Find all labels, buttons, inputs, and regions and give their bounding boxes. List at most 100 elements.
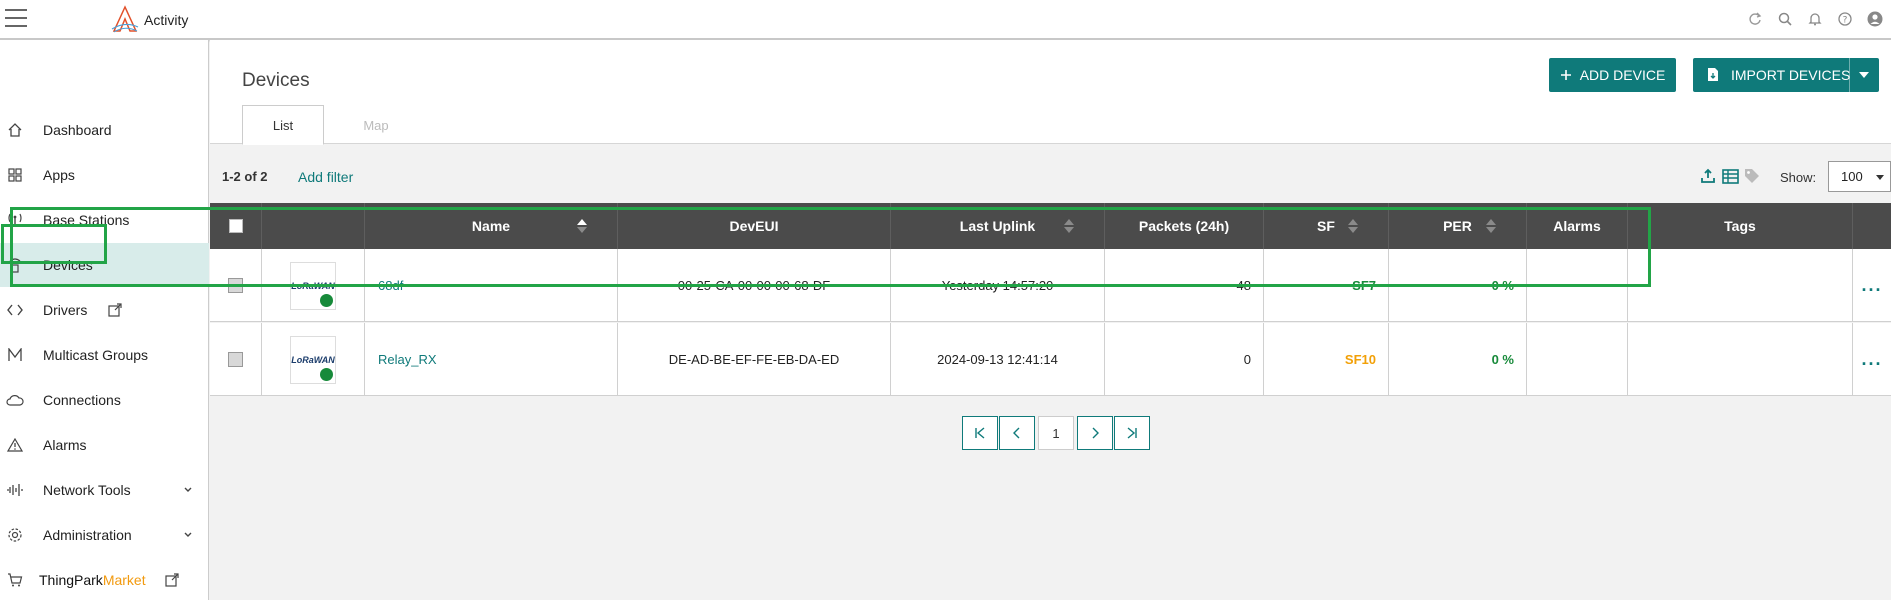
sidebar-item-connections[interactable]: Connections	[0, 378, 209, 422]
import-devices-button[interactable]: IMPORT DEVICES	[1693, 58, 1879, 92]
last-uplink-cell: 2024-09-13 12:41:14	[891, 323, 1105, 396]
columns-icon[interactable]	[1721, 167, 1739, 185]
first-page-icon	[975, 427, 985, 439]
last-uplink-cell: Yesterday 14:57:20	[891, 249, 1105, 322]
sidebar-item-label: Drivers	[43, 302, 88, 318]
multicast-icon	[6, 346, 24, 364]
sidebar-item-drivers[interactable]: Drivers	[0, 288, 209, 332]
lorawan-logo-text: LoRaWAN	[291, 280, 335, 291]
per-cell: 0 %	[1389, 249, 1527, 322]
external-link-icon	[108, 303, 122, 317]
page-title: Devices	[242, 70, 310, 91]
previous-page-button[interactable]	[999, 416, 1035, 450]
search-icon[interactable]	[1775, 9, 1795, 29]
sidebar-item-base-stations[interactable]: Base Stations	[0, 198, 209, 242]
sidebar-item-multicast-groups[interactable]: Multicast Groups	[0, 333, 209, 377]
help-icon[interactable]: ?	[1835, 9, 1855, 29]
device-name-link[interactable]: Relay_RX	[378, 352, 437, 367]
warning-icon	[6, 436, 24, 454]
caret-down-icon[interactable]	[1859, 72, 1869, 78]
chevron-down-icon	[184, 532, 192, 537]
page-number[interactable]: 1	[1038, 416, 1074, 450]
sidebar-item-administration[interactable]: Administration	[0, 513, 209, 557]
refresh-icon[interactable]	[1745, 9, 1765, 29]
select-all-checkbox[interactable]	[228, 219, 243, 233]
export-icon[interactable]	[1699, 167, 1717, 185]
column-header-name[interactable]: Name	[365, 203, 618, 249]
brand-name: Activity	[144, 12, 189, 28]
device-icon	[6, 256, 24, 274]
lorawan-logo: LoRaWAN	[290, 261, 336, 310]
sidebar-item-dashboard[interactable]: Dashboard	[0, 108, 209, 152]
sidebar-item-alarms[interactable]: Alarms	[0, 423, 209, 467]
result-count: 1-2 of 2	[222, 169, 268, 184]
column-label: Alarms	[1553, 218, 1601, 234]
table-row[interactable]: LoRaWAN 68df 00-25-CA-00-00-00-68-DF Yes…	[210, 249, 1891, 322]
tags-cell	[1628, 249, 1853, 322]
row-checkbox[interactable]	[228, 352, 243, 367]
more-actions-button[interactable]: ...	[1861, 349, 1882, 370]
column-header-packets[interactable]: Packets (24h)	[1105, 203, 1264, 249]
add-filter-link[interactable]: Add filter	[298, 169, 353, 185]
last-page-button[interactable]	[1114, 416, 1150, 450]
status-dot	[320, 293, 333, 307]
sidebar-item-label: Apps	[43, 167, 75, 183]
first-page-button[interactable]	[962, 416, 998, 450]
column-label: PER	[1443, 218, 1472, 234]
column-header-deveui[interactable]: DevEUI	[618, 203, 891, 249]
tab-map[interactable]: Map	[336, 105, 416, 145]
sidebar-item-label: Dashboard	[43, 122, 112, 138]
lorawan-logo: LoRaWAN	[290, 335, 336, 384]
device-name-link[interactable]: 68df	[378, 278, 403, 293]
import-file-icon	[1708, 68, 1718, 81]
list-toolbar: 1-2 of 2 Add filter Show: 100	[210, 145, 1891, 203]
tag-icon[interactable]	[1743, 167, 1761, 185]
hamburger-menu-icon[interactable]	[5, 9, 27, 27]
sort-icon[interactable]	[1064, 219, 1074, 233]
column-header-last-uplink[interactable]: Last Uplink	[891, 203, 1105, 249]
show-label: Show:	[1780, 170, 1817, 185]
market-label: ThingParkMarket	[39, 572, 146, 588]
pagination: 1	[962, 416, 1150, 450]
column-label: Last Uplink	[959, 218, 1036, 234]
alarms-cell	[1527, 323, 1628, 396]
top-bar: Activity ?	[0, 0, 1891, 40]
column-header-sf[interactable]: SF	[1264, 203, 1389, 249]
deveui-cell: DE-AD-BE-EF-FE-EB-DA-ED	[618, 323, 891, 396]
add-device-label: ADD DEVICE	[1579, 67, 1666, 83]
sidebar-item-devices[interactable]: Devices	[0, 243, 209, 287]
next-page-button[interactable]	[1077, 416, 1113, 450]
actions-cell: ...	[1853, 249, 1891, 322]
sort-icon[interactable]	[1486, 219, 1496, 233]
plus-icon	[1560, 70, 1571, 80]
table-row[interactable]: LoRaWAN Relay_RX DE-AD-BE-EF-FE-EB-DA-ED…	[210, 323, 1891, 396]
brand-logo[interactable]: Activity	[110, 4, 188, 36]
sf-cell: SF10	[1264, 323, 1389, 396]
column-label: SF	[1317, 218, 1335, 234]
deveui-cell: 00-25-CA-00-00-00-68-DF	[618, 249, 891, 322]
external-link-icon	[165, 573, 179, 587]
page-header: Devices ADD DEVICE IMPORT DEVICES List M…	[210, 40, 1891, 145]
sidebar-item-thingpark-market[interactable]: ThingParkMarket	[0, 558, 209, 600]
row-checkbox[interactable]	[228, 278, 243, 293]
sort-icon[interactable]	[1348, 219, 1358, 233]
column-header-per[interactable]: PER	[1389, 203, 1527, 249]
column-header-alarms[interactable]: Alarms	[1527, 203, 1628, 249]
top-icons: ?	[1745, 9, 1885, 29]
more-actions-button[interactable]: ...	[1861, 275, 1882, 296]
page-size-select[interactable]: 100	[1828, 161, 1891, 192]
add-device-button[interactable]: ADD DEVICE	[1549, 58, 1676, 92]
sidebar-item-apps[interactable]: Apps	[0, 153, 209, 197]
tab-list[interactable]: List	[242, 105, 324, 145]
sidebar-item-label: Administration	[43, 527, 132, 543]
caret-down-icon	[1876, 175, 1884, 180]
tags-cell	[1628, 323, 1853, 396]
packets-cell: 48	[1105, 249, 1264, 322]
antenna-icon	[6, 211, 24, 229]
sidebar-item-network-tools[interactable]: Network Tools	[0, 468, 209, 512]
sort-icon[interactable]	[577, 219, 587, 233]
column-header-tags[interactable]: Tags	[1628, 203, 1853, 249]
bell-icon[interactable]	[1805, 9, 1825, 29]
sidebar-item-label: Alarms	[43, 437, 87, 453]
user-icon[interactable]	[1865, 9, 1885, 29]
